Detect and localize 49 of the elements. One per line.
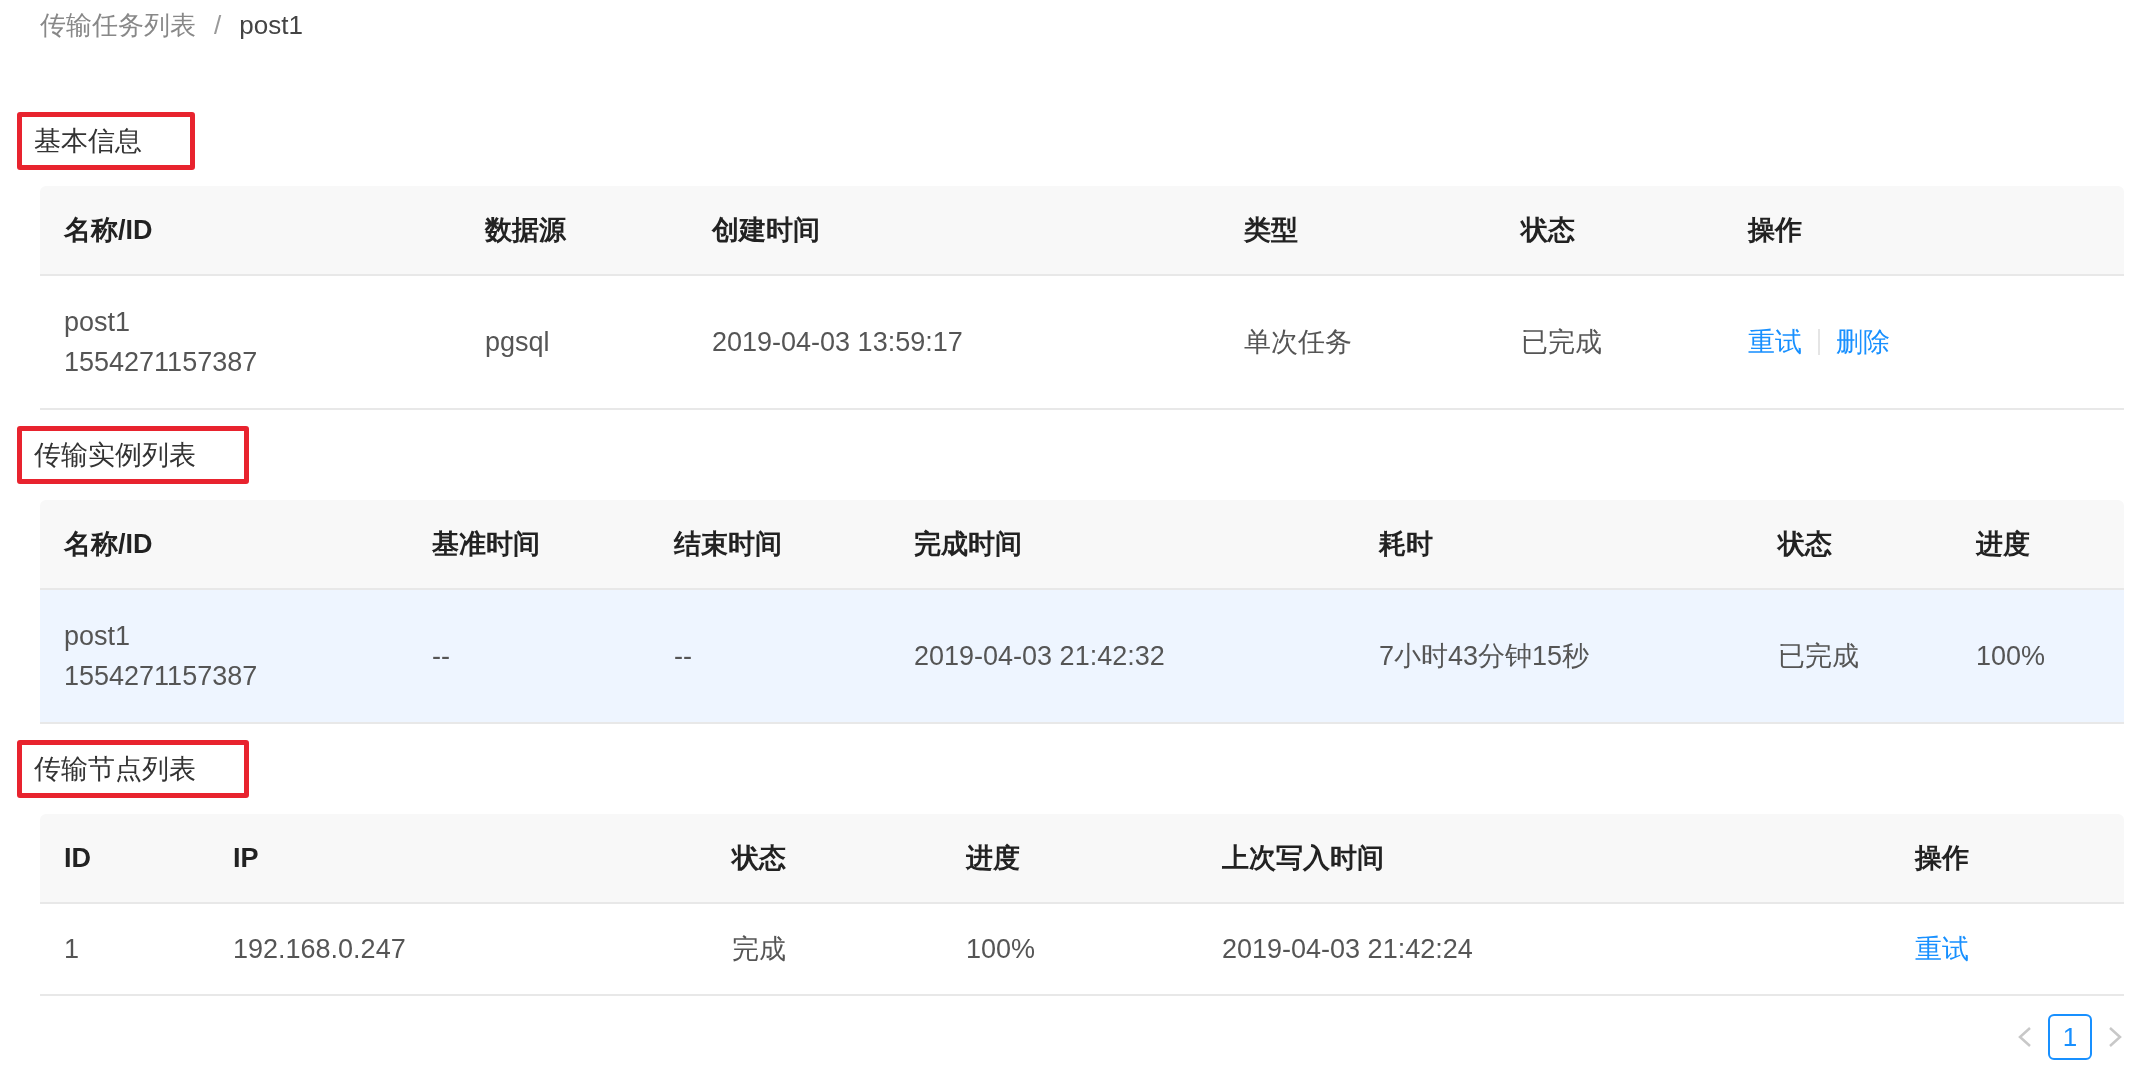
section-title: 传输实例列表 [17,426,249,484]
page-button[interactable]: 1 [2048,1014,2092,1060]
table-row[interactable]: post1 1554271157387 -- -- 2019-04-03 21:42:32 7小时43分钟15秒 已完成 100% [40,590,2124,724]
column-header: 进度 [1974,528,2031,561]
column-header: 基准时间 [431,528,541,561]
column-header: 上次写入时间 [1221,842,1385,875]
table-cell-text: 已完成 [1521,326,1603,359]
column-header: IP [232,842,260,875]
table-cell-text: 已完成 [1778,640,1860,673]
table-cell-text: 2019-04-03 13:59:17 [712,326,964,359]
column-header: 完成时间 [913,528,1023,561]
table-cell-text: 完成 [732,933,787,966]
table-cell-text: post1 [64,620,132,653]
column-header: 操作 [1746,214,1803,247]
table-cell-text: 1554271157387 [64,660,259,693]
column-header: 名称/ID [63,214,154,247]
column-header: 进度 [964,842,1021,875]
table-cell-text: 1 [64,933,81,966]
table-cell-text: 1554271157387 [64,346,259,379]
table-cell-text: pgsql [485,326,551,359]
column-header: 状态 [1776,528,1833,561]
breadcrumb-separator: / [214,9,222,41]
action-link[interactable]: 重试 [1915,929,1969,969]
action-link[interactable]: 重试 [1748,322,1802,362]
section-title: 基本信息 [17,112,195,170]
column-header: 耗时 [1377,528,1434,561]
table-cell-text: 100% [966,933,1037,966]
breadcrumb-current: post1 [239,9,303,41]
action-link[interactable]: 删除 [1836,322,1890,362]
column-header: 操作 [1913,842,1970,875]
table-cell-text: -- [432,640,451,673]
column-header: 创建时间 [710,214,821,247]
column-header: ID [63,842,92,875]
column-header: 结束时间 [672,528,783,561]
column-header: 数据源 [483,214,567,247]
table-cell-text: 100% [1976,640,2047,673]
section-title: 传输节点列表 [17,740,249,798]
column-header: 状态 [1519,214,1576,247]
table-cell-text: post1 [64,306,132,339]
column-header: 状态 [730,842,787,875]
column-header: 类型 [1243,214,1299,247]
table-cell-text: -- [674,640,693,673]
table-cell-text: 7小时43分钟15秒 [1379,640,1591,673]
table-cell-text: 2019-04-03 21:42:32 [914,640,1166,673]
table-cell-text: 单次任务 [1244,326,1353,359]
table-cell-text: 2019-04-03 21:42:24 [1222,933,1474,966]
table-cell-text: 192.168.0.247 [233,933,407,966]
column-header: 名称/ID [63,528,154,561]
breadcrumb-link[interactable]: 传输任务列表 [40,7,196,43]
